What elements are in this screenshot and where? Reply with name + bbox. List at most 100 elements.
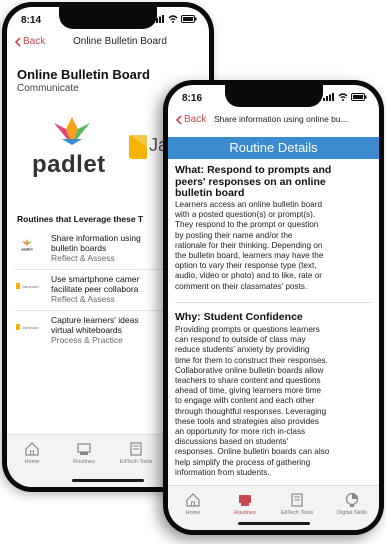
why-body-line: through thoughtful responses. Leveraging xyxy=(175,406,327,416)
back-button[interactable]: Back xyxy=(15,36,45,47)
what-body-line: rationale for their thinking. Depending … xyxy=(175,240,323,250)
home-indicator xyxy=(237,522,310,525)
padlet-wordmark: padlet xyxy=(32,151,106,178)
what-body-line: audio, video or photo) and to like, rate… xyxy=(175,271,323,281)
tab-label: Home xyxy=(185,510,201,516)
tab-routines[interactable]: Routines xyxy=(63,441,105,465)
what-heading-line: What: Respond to prompts and xyxy=(175,164,332,176)
home-icon xyxy=(186,493,200,507)
nav-bar: Back Online Bulletin Board xyxy=(7,33,209,53)
back-label: Back xyxy=(23,36,46,47)
what-body-line: by posting their name and/or the xyxy=(175,230,293,240)
tab-label: EdTech Tools xyxy=(119,459,153,465)
why-body-line: discussions based on students' xyxy=(175,437,289,447)
routine-title-line2: virtual whiteboards xyxy=(51,325,122,335)
routine-category: Reflect & Assess xyxy=(51,253,115,263)
back-label: Back xyxy=(184,114,207,125)
what-body-line: with a posted question(s) or prompt(s). xyxy=(175,210,316,220)
page-subtitle: Communicate xyxy=(17,83,79,94)
jamboard-logo-icon: Jamboard xyxy=(16,283,39,289)
section-title: Routines that Leverage these T xyxy=(17,214,144,224)
tab-edtech-tools[interactable]: EdTech Tools xyxy=(276,492,318,516)
page-title: Online Bulletin Board xyxy=(17,67,150,82)
what-body: Learners access an online bulletin board… xyxy=(175,200,377,292)
routine-category: Process & Practice xyxy=(51,335,123,345)
what-body-line: They respond to the prompt or question xyxy=(175,220,319,230)
why-body-line: teachers to share content and questions xyxy=(175,376,321,386)
routine-title-line1: Share information using xyxy=(51,233,141,243)
battery-icon xyxy=(181,15,197,23)
why-body-line: Collaborative online bulletin boards all… xyxy=(175,365,324,375)
svg-text:Jamboard: Jamboard xyxy=(22,284,39,289)
why-body-line: help simplify the process of gathering xyxy=(175,457,311,467)
tab-bar: Home Routines EdTech Tools Digital Skill… xyxy=(168,485,379,530)
svg-text:Jamboard: Jamboard xyxy=(22,325,39,330)
phone-frame-routine-details: 8:16 Back Share information using online… xyxy=(163,80,384,535)
what-body-line: Learners access an online bulletin board xyxy=(175,200,323,209)
routine-title-line1: Use smartphone camer xyxy=(51,274,140,284)
routine-category: Reflect & Assess xyxy=(51,294,115,304)
routine-details-screen: 8:16 Back Share information using online… xyxy=(168,85,379,530)
battery-icon xyxy=(351,93,367,101)
status-bar: 8:16 xyxy=(182,93,367,107)
routine-title-line2: facilitate peer collabora xyxy=(51,284,139,294)
digital-skills-icon xyxy=(345,492,359,507)
wifi-icon xyxy=(338,93,348,101)
routines-icon xyxy=(77,443,91,455)
jamboard-icon xyxy=(129,135,147,159)
edtech-tools-icon xyxy=(291,493,303,507)
what-body-line: option to vary their response type (text… xyxy=(175,261,317,271)
status-time: 8:16 xyxy=(182,93,203,104)
routine-title-line2: bulletin boards xyxy=(51,243,107,253)
nav-bar: Back Share information using online bu..… xyxy=(168,111,379,131)
nav-title: Online Bulletin Board xyxy=(73,36,167,47)
tab-edtech-tools[interactable]: EdTech Tools xyxy=(115,441,157,465)
routines-icon xyxy=(239,495,251,506)
why-body-line: information from students. xyxy=(175,467,270,477)
padlet-logo-icon: padlet xyxy=(21,239,33,251)
tab-label: Routines xyxy=(234,510,256,516)
status-time: 8:14 xyxy=(21,15,42,26)
why-body-line: time for them to construct their respons… xyxy=(175,355,328,365)
tab-label: Home xyxy=(24,459,40,465)
jamboard-logo-icon: Jamboard xyxy=(16,324,39,330)
edtech-tools-icon xyxy=(130,442,142,456)
home-icon xyxy=(25,442,39,456)
padlet-logo: padlet xyxy=(32,117,112,192)
tab-routines[interactable]: Routines xyxy=(224,492,266,516)
padlet-bird-icon xyxy=(54,117,90,145)
wifi-icon xyxy=(168,15,178,23)
routine-title-line1: Capture learners' ideas xyxy=(51,315,139,325)
signal-icon xyxy=(323,93,334,101)
signal-icon xyxy=(153,15,164,23)
divider xyxy=(175,302,372,303)
status-icons xyxy=(153,15,197,23)
routine-details-header: Routine Details xyxy=(168,137,379,159)
why-body-line: these tools and strategies also provides xyxy=(175,416,319,426)
chevron-left-icon xyxy=(15,36,21,47)
home-indicator xyxy=(72,479,144,482)
back-button[interactable]: Back xyxy=(176,114,206,125)
status-icons xyxy=(323,93,367,101)
why-body-line: ahead of time, giving learners more time xyxy=(175,386,322,396)
tab-label: Routines xyxy=(73,459,95,465)
why-body-line: responses. Online bulletin boards can al… xyxy=(175,447,330,457)
what-heading-line: bulletin board xyxy=(175,187,245,199)
status-bar: 8:14 xyxy=(21,15,197,29)
nav-title: Share information using online bu... xyxy=(214,114,348,124)
why-heading: Why: Student Confidence xyxy=(175,311,303,323)
why-body-line: Providing prompts or questions learners xyxy=(175,325,320,334)
what-body-line: the bulletin board, learners may have th… xyxy=(175,251,324,261)
why-body-line: reduce students' anxiety by providing xyxy=(175,345,310,355)
why-body-line: to engage with content and each other xyxy=(175,396,315,406)
tab-home[interactable]: Home xyxy=(11,441,53,465)
tab-home[interactable]: Home xyxy=(172,492,214,516)
why-body-line: an opportunity for more rich in-class xyxy=(175,427,306,437)
why-body: Providing prompts or questions learners … xyxy=(175,325,377,478)
tab-label: Digital Skills xyxy=(337,510,367,516)
svg-text:padlet: padlet xyxy=(21,248,33,251)
what-body-line: comment on their classmates' posts. xyxy=(175,281,308,291)
tab-digital-skills[interactable]: Digital Skills xyxy=(328,492,376,516)
chevron-left-icon xyxy=(176,114,182,125)
why-body-line: can respond to outside of class may xyxy=(175,335,306,345)
